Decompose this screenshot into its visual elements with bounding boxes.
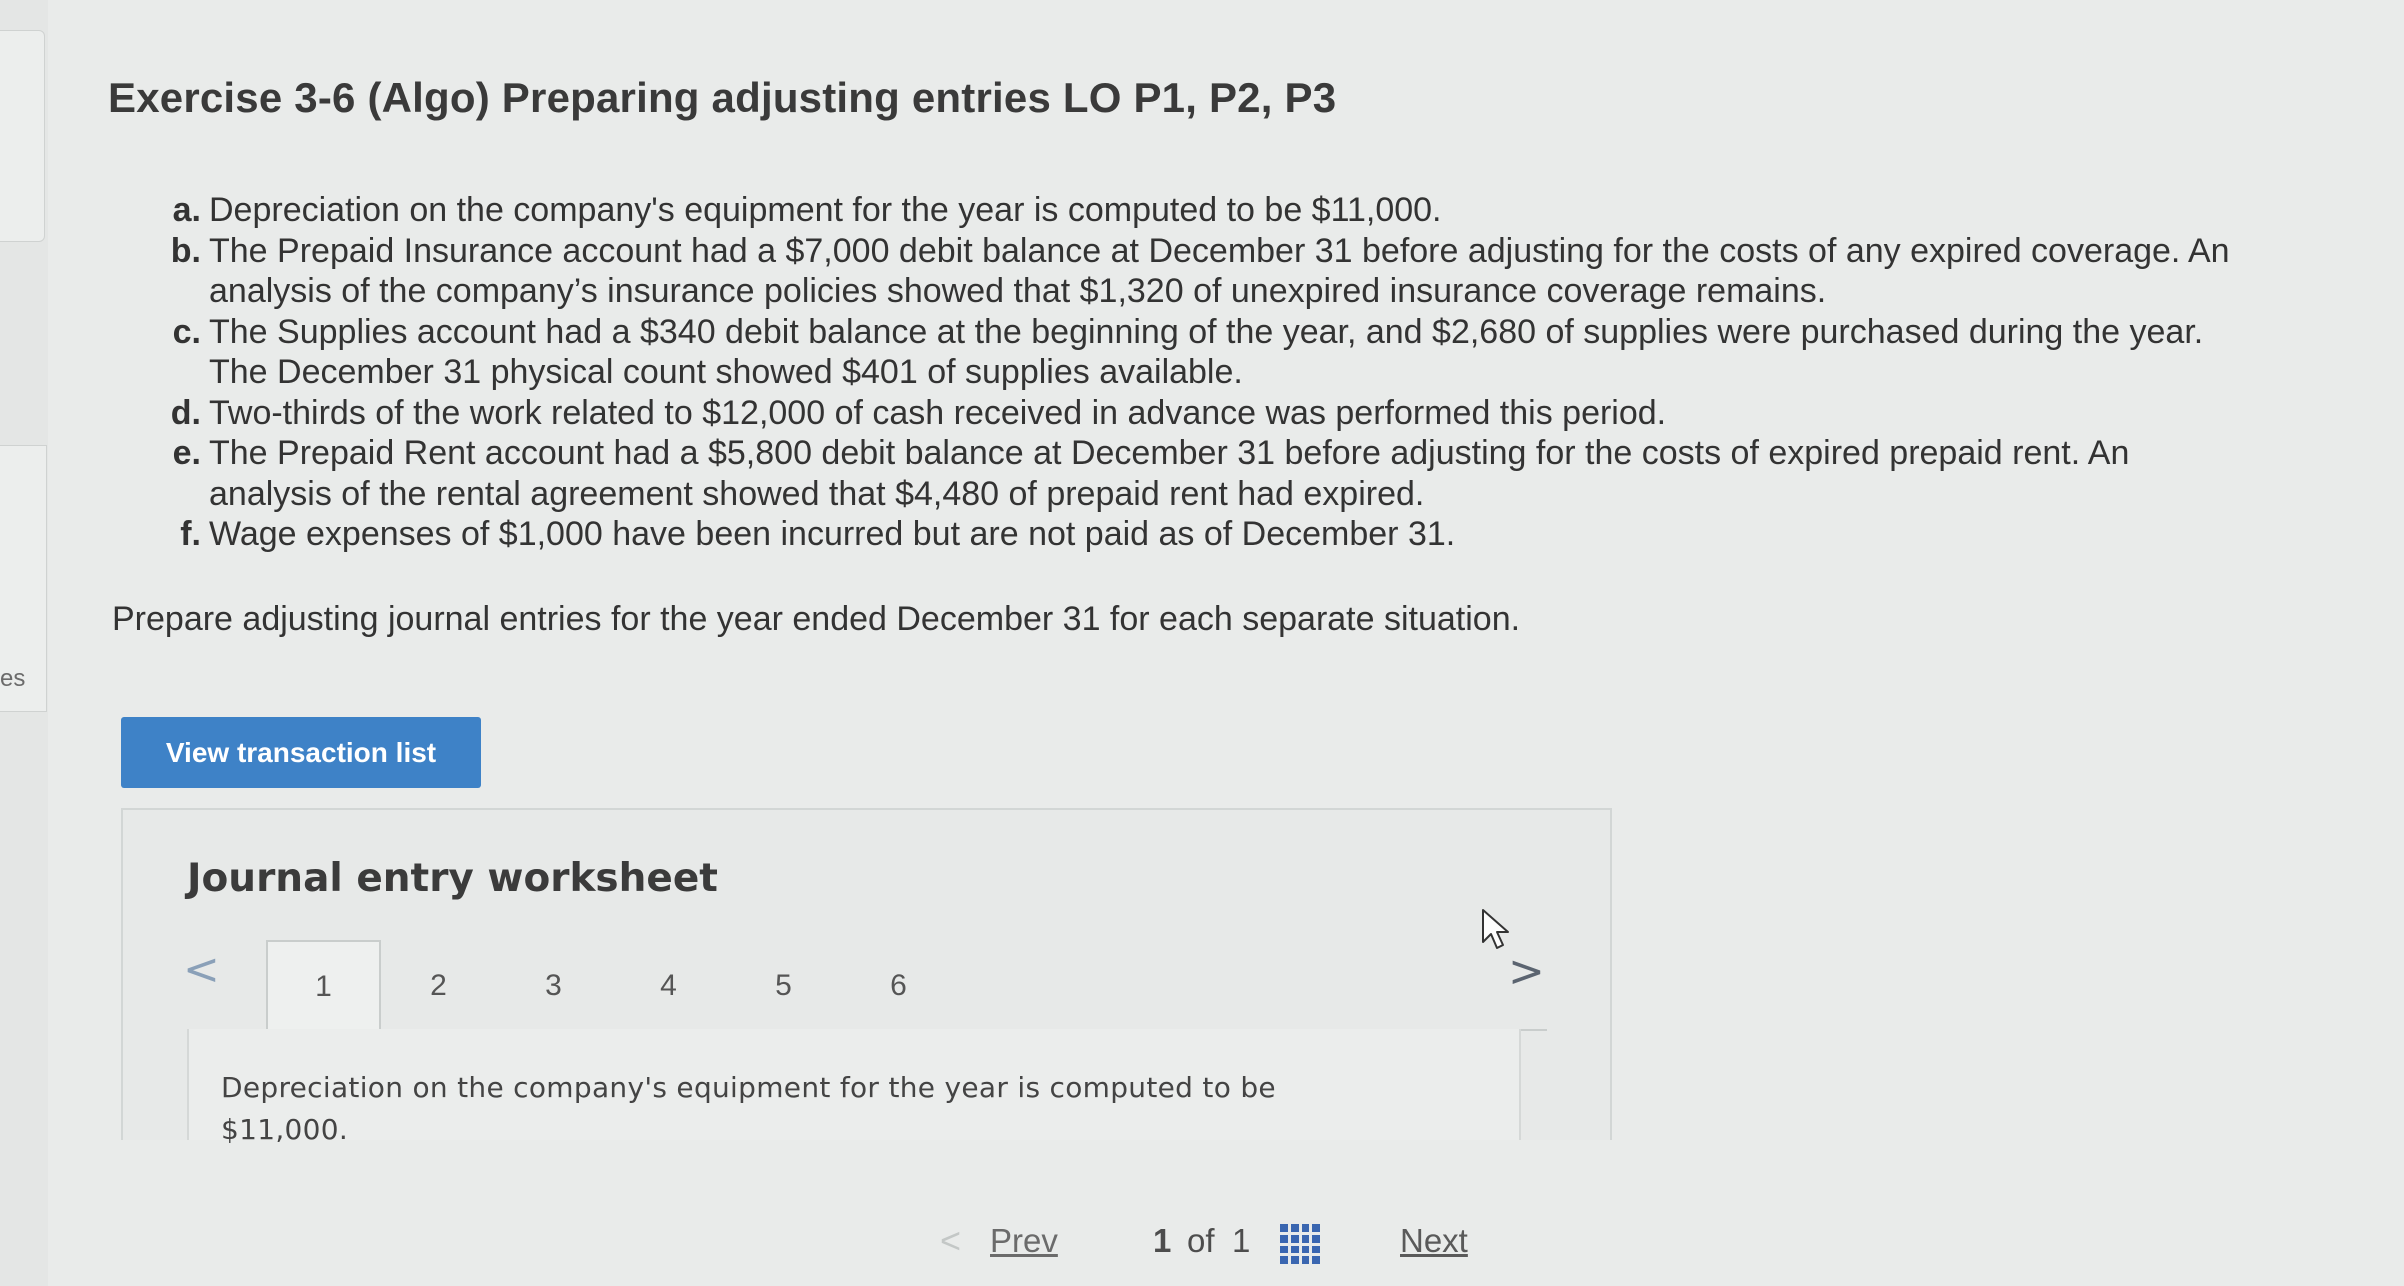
tab-1[interactable]: 1 <box>266 940 381 1032</box>
item-text: Wage expenses of $1,000 have been incurr… <box>209 515 1456 553</box>
left-sidebar-panel <box>0 30 45 242</box>
exercise-title: Exercise 3-6 (Algo) Preparing adjusting … <box>108 74 1337 121</box>
exercise-instruction: Prepare adjusting journal entries for th… <box>112 600 1521 638</box>
item-text: The Prepaid Rent account had a $5,800 de… <box>209 434 2130 513</box>
prev-button[interactable]: Prev <box>990 1222 1058 1260</box>
current-page: 1 <box>1153 1222 1172 1259</box>
worksheet-tabs: 1 2 3 4 5 6 <box>266 940 956 1032</box>
next-button[interactable]: Next <box>1400 1222 1468 1260</box>
item-letter: b. <box>170 231 201 270</box>
entry-description-panel: Depreciation on the company's equipment … <box>187 1029 1521 1146</box>
exercise-item-list: a. Depreciation on the company's equipmen… <box>155 190 2235 555</box>
total-pages: 1 <box>1232 1222 1251 1259</box>
item-text: Depreciation on the company's equipment … <box>209 191 1442 229</box>
worksheet-title: Journal entry worksheet <box>187 856 718 901</box>
exercise-item-c: c. The Supplies account had a $340 debit … <box>155 312 2235 393</box>
journal-entry-worksheet: Journal entry worksheet < 1 2 3 4 5 6 > … <box>121 808 1612 1146</box>
tab-2[interactable]: 2 <box>381 940 496 1032</box>
tab-6[interactable]: 6 <box>841 940 956 1032</box>
item-letter: c. <box>172 312 201 351</box>
item-text: Two-thirds of the work related to $12,00… <box>209 393 1667 432</box>
exercise-item-b: b. The Prepaid Insurance account had a $7… <box>155 231 2235 312</box>
mouse-pointer-icon <box>1482 909 1509 949</box>
exercise-item-a: a. Depreciation on the company's equipmen… <box>155 190 2235 231</box>
exercise-item-e: e. The Prepaid Rent account had a $5,800 … <box>155 433 2235 514</box>
chevron-left-icon[interactable]: < <box>183 944 220 995</box>
grid-icon[interactable] <box>1280 1224 1320 1264</box>
item-letter: a. <box>172 191 201 229</box>
page-of-label: of <box>1187 1222 1215 1259</box>
tab-3[interactable]: 3 <box>496 940 611 1032</box>
item-letter: f. <box>180 515 201 553</box>
exercise-item-f: f. Wage expenses of $1,000 have been incu… <box>155 514 2235 555</box>
entry-description: Depreciation on the company's equipment … <box>221 1071 1276 1146</box>
item-text: The Supplies account had a $340 debit ba… <box>209 312 2204 392</box>
item-letter: d. <box>170 393 201 432</box>
exercise-item-d: d. Two-thirds of the work related to $12,… <box>155 393 2235 434</box>
tab-4[interactable]: 4 <box>611 940 726 1032</box>
sidebar-label-fragment: es <box>0 665 26 692</box>
chevron-right-icon[interactable]: > <box>1508 946 1545 997</box>
item-letter: e. <box>172 434 201 472</box>
item-text: The Prepaid Insurance account had a $7,0… <box>209 231 2230 311</box>
tab-5[interactable]: 5 <box>726 940 841 1032</box>
pager-prev-chevron-icon: < <box>940 1220 962 1261</box>
view-transaction-list-button[interactable]: View transaction list <box>121 717 481 788</box>
